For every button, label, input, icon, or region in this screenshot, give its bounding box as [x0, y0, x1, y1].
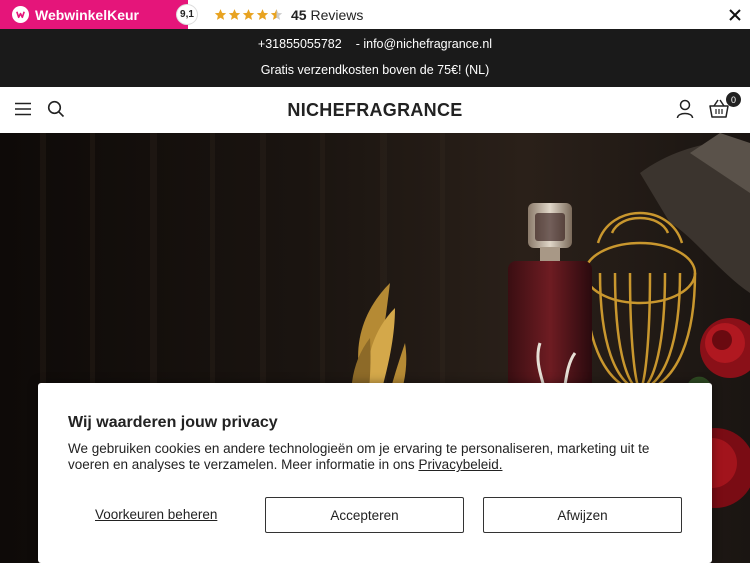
email-link[interactable]: - info@nichefragrance.nl: [356, 37, 492, 51]
manage-preferences-button[interactable]: Voorkeuren beheren: [95, 507, 217, 522]
reviews-label: Reviews: [310, 6, 364, 23]
user-icon[interactable]: [676, 99, 694, 119]
page: WebwinkelKeur 9,1 45 Reviews +3185505578…: [0, 0, 750, 563]
accept-button[interactable]: Accepteren: [265, 497, 464, 533]
cookie-consent-modal: Wij waarderen jouw privacy We gebruiken …: [38, 383, 712, 563]
cookie-title: Wij waarderen jouw privacy: [68, 414, 278, 431]
webwinkelkeur-logo-icon: [12, 6, 29, 23]
cookie-description: We gebruiken cookies en andere technolog…: [68, 441, 688, 473]
cart-count-badge: 0: [726, 92, 741, 107]
site-logo[interactable]: NICHEFRAGRANCE: [0, 100, 750, 121]
reviews-count: 45: [291, 6, 307, 23]
cookie-description-text: We gebruiken cookies en andere technolog…: [68, 441, 650, 472]
shipping-notice: Gratis verzendkosten boven de 75€! (NL): [260, 63, 490, 77]
review-bar[interactable]: WebwinkelKeur 9,1 45 Reviews: [0, 0, 750, 29]
contact-bar: +31855055782 - info@nichefragrance.nl Gr…: [0, 29, 750, 87]
reject-button[interactable]: Afwijzen: [483, 497, 682, 533]
star-icon: [242, 9, 255, 20]
site-header: NICHEFRAGRANCE 0: [0, 87, 750, 133]
webwinkelkeur-badge[interactable]: WebwinkelKeur: [0, 0, 188, 29]
contact-line: +31855055782 - info@nichefragrance.nl: [0, 37, 750, 51]
webwinkelkeur-brand: WebwinkelKeur: [35, 6, 139, 23]
review-score: 9,1: [176, 4, 198, 25]
star-icon: [228, 9, 241, 20]
rating-stars: [214, 8, 283, 21]
star-half-icon: [270, 9, 283, 20]
star-icon: [256, 9, 269, 20]
star-icon: [214, 9, 227, 20]
privacy-policy-link[interactable]: Privacybeleid.: [418, 457, 502, 472]
reviews-text[interactable]: 45 Reviews: [291, 7, 363, 23]
phone-link[interactable]: +31855055782: [258, 37, 342, 51]
close-icon[interactable]: [729, 9, 741, 21]
